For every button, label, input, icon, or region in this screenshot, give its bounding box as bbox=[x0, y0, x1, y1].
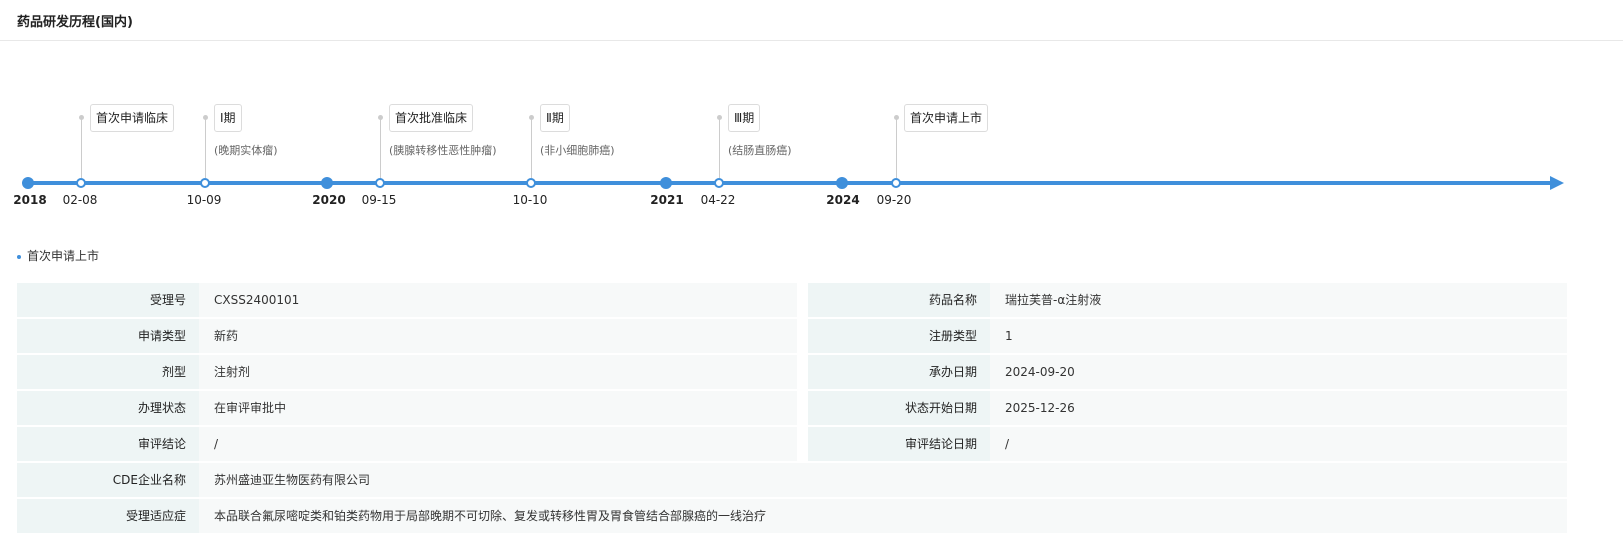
table-row: 办理状态 在审评审批中 状态开始日期 2025-12-26 bbox=[17, 391, 1567, 425]
table-row: 申请类型 新药 注册类型 1 bbox=[17, 319, 1567, 353]
table-row: 受理号 CXSS2400101 药品名称 瑞拉芙普-α注射液 bbox=[17, 283, 1567, 317]
field-value: 苏州盛迪亚生物医药有限公司 bbox=[199, 463, 1567, 497]
event-dot[interactable] bbox=[375, 178, 385, 188]
arrow-right-icon bbox=[1550, 176, 1564, 190]
event-sub: (非小细胞肺癌) bbox=[540, 144, 615, 157]
year-dot bbox=[22, 177, 34, 189]
event-label[interactable]: 首次申请上市 bbox=[904, 104, 989, 132]
event-label[interactable]: 首次申请临床 bbox=[90, 104, 175, 132]
event-label[interactable]: Ⅰ期 bbox=[214, 104, 242, 132]
event-date: 09-15 bbox=[361, 193, 397, 207]
event-dot[interactable] bbox=[200, 178, 210, 188]
year-dot bbox=[660, 177, 672, 189]
event-dot[interactable] bbox=[526, 178, 536, 188]
event-sub: (结肠直肠癌) bbox=[728, 144, 792, 157]
table-row: 审评结论 / 审评结论日期 / bbox=[17, 427, 1567, 461]
event-dot[interactable] bbox=[891, 178, 901, 188]
table-row: 受理适应症 本品联合氟尿嘧啶类和铂类药物用于局部晚期不可切除、复发或转移性胃及胃… bbox=[17, 499, 1567, 533]
event-label[interactable]: Ⅱ期 bbox=[540, 104, 570, 132]
event-date: 02-08 bbox=[62, 193, 98, 207]
year-label: 2018 bbox=[13, 193, 47, 207]
field-label: 申请类型 bbox=[17, 319, 199, 353]
field-label: 状态开始日期 bbox=[808, 391, 990, 425]
year-label: 2020 bbox=[312, 193, 346, 207]
field-value: 新药 bbox=[199, 319, 797, 353]
year-dot bbox=[836, 177, 848, 189]
event-date: 09-20 bbox=[876, 193, 912, 207]
field-label: CDE企业名称 bbox=[17, 463, 199, 497]
event-dot[interactable] bbox=[76, 178, 86, 188]
field-label: 办理状态 bbox=[17, 391, 199, 425]
event-date: 10-09 bbox=[186, 193, 222, 207]
field-label: 注册类型 bbox=[808, 319, 990, 353]
section-title: 首次申请上市 bbox=[17, 247, 99, 264]
year-label: 2024 bbox=[826, 193, 860, 207]
field-label: 受理适应症 bbox=[17, 499, 199, 533]
event-date: 10-10 bbox=[512, 193, 548, 207]
table-row: 剂型 注射剂 承办日期 2024-09-20 bbox=[17, 355, 1567, 389]
field-value: 在审评审批中 bbox=[199, 391, 797, 425]
field-value: CXSS2400101 bbox=[199, 283, 797, 317]
year-label: 2021 bbox=[650, 193, 684, 207]
event-label[interactable]: Ⅲ期 bbox=[728, 104, 761, 132]
field-label: 受理号 bbox=[17, 283, 199, 317]
field-label: 剂型 bbox=[17, 355, 199, 389]
field-value: 注射剂 bbox=[199, 355, 797, 389]
year-dot bbox=[321, 177, 333, 189]
field-label: 审评结论日期 bbox=[808, 427, 990, 461]
event-dot[interactable] bbox=[714, 178, 724, 188]
event-sub: (胰腺转移性恶性肿瘤) bbox=[389, 144, 497, 157]
details-table: 受理号 CXSS2400101 药品名称 瑞拉芙普-α注射液 申请类型 新药 注… bbox=[17, 283, 1567, 535]
table-row: CDE企业名称 苏州盛迪亚生物医药有限公司 bbox=[17, 463, 1567, 497]
event-sub: (晚期实体瘤) bbox=[214, 144, 278, 157]
field-value: / bbox=[990, 427, 1567, 461]
field-value: 1 bbox=[990, 319, 1567, 353]
field-value: 2024-09-20 bbox=[990, 355, 1567, 389]
event-label[interactable]: 首次批准临床 bbox=[389, 104, 474, 132]
field-value: / bbox=[199, 427, 797, 461]
field-value: 2025-12-26 bbox=[990, 391, 1567, 425]
timeline: 2018 2020 2021 2024 02-08 首次申请临床 10-09 Ⅰ… bbox=[0, 0, 1623, 240]
field-value: 本品联合氟尿嘧啶类和铂类药物用于局部晚期不可切除、复发或转移性胃及胃食管结合部腺… bbox=[199, 499, 1567, 533]
field-label: 承办日期 bbox=[808, 355, 990, 389]
field-value: 瑞拉芙普-α注射液 bbox=[990, 283, 1567, 317]
field-label: 药品名称 bbox=[808, 283, 990, 317]
timeline-axis bbox=[28, 181, 1553, 185]
field-label: 审评结论 bbox=[17, 427, 199, 461]
event-date: 04-22 bbox=[700, 193, 736, 207]
